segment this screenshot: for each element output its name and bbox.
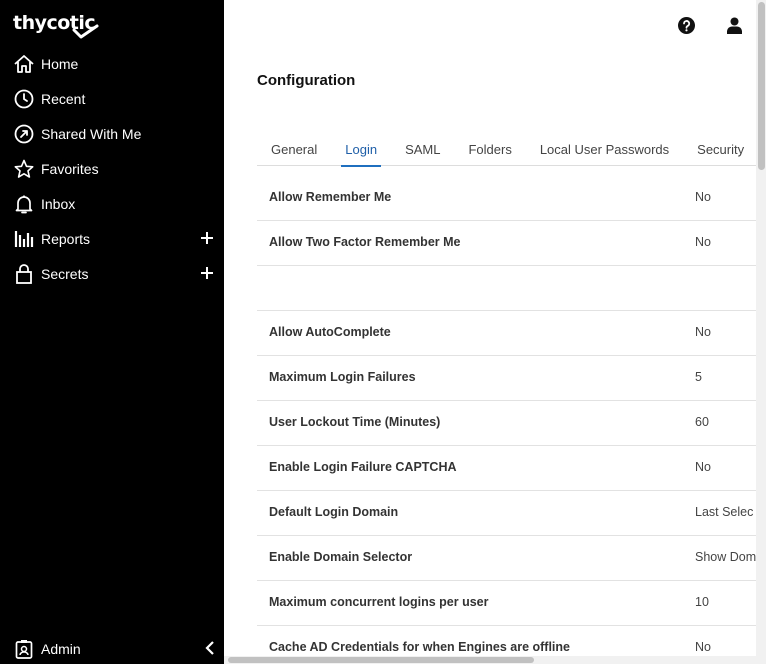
tab-local-user-passwords[interactable]: Local User Passwords bbox=[526, 134, 683, 165]
setting-value: No bbox=[695, 190, 711, 204]
setting-label: User Lockout Time (Minutes) bbox=[269, 415, 441, 429]
admin-label: Admin bbox=[41, 641, 81, 657]
settings-row: Enable Domain Selector Show Dom bbox=[257, 536, 766, 581]
tab-security[interactable]: Security bbox=[683, 134, 758, 165]
settings-row: User Lockout Time (Minutes) 60 bbox=[257, 401, 766, 446]
sidebar-item-admin[interactable]: Admin bbox=[0, 632, 224, 664]
setting-label: Cache AD Credentials for when Engines ar… bbox=[269, 640, 570, 654]
sidebar-item-home[interactable]: Home bbox=[0, 46, 224, 81]
thycotic-logo[interactable]: thycotic bbox=[13, 12, 101, 42]
sidebar-item-label: Inbox bbox=[41, 195, 76, 212]
setting-value: No bbox=[695, 325, 711, 339]
sidebar-item-label: Favorites bbox=[41, 160, 99, 177]
admin-badge-icon bbox=[13, 638, 35, 660]
settings-list: Allow Remember Me No Allow Two Factor Re… bbox=[257, 176, 766, 664]
expand-secrets-plus-icon[interactable] bbox=[200, 265, 214, 281]
settings-row: Allow AutoComplete No bbox=[257, 311, 766, 356]
settings-row: Allow Two Factor Remember Me No bbox=[257, 221, 766, 266]
sidebar-nav: Home Recent Shared With Me Favorites Inb… bbox=[0, 46, 224, 291]
clock-icon bbox=[13, 88, 35, 110]
help-icon[interactable] bbox=[676, 15, 696, 35]
logo-check-icon bbox=[72, 24, 99, 39]
tab-general[interactable]: General bbox=[257, 134, 331, 165]
expand-reports-plus-icon[interactable] bbox=[200, 230, 214, 246]
sidebar: thycotic Home Recent Shared With Me Favo… bbox=[0, 0, 224, 664]
topbar-actions bbox=[676, 15, 744, 35]
setting-value: 60 bbox=[695, 415, 709, 429]
setting-label: Maximum concurrent logins per user bbox=[269, 595, 489, 609]
settings-row: Maximum Login Failures 5 bbox=[257, 356, 766, 401]
bar-chart-icon bbox=[13, 228, 35, 250]
tab-login[interactable]: Login bbox=[331, 134, 391, 167]
sidebar-item-label: Reports bbox=[41, 230, 91, 247]
collapse-sidebar-chevron-icon[interactable] bbox=[205, 641, 215, 660]
vertical-scrollbar-thumb[interactable] bbox=[758, 2, 765, 170]
tab-saml[interactable]: SAML bbox=[391, 134, 454, 165]
settings-row: Maximum concurrent logins per user 10 bbox=[257, 581, 766, 626]
setting-value: 5 bbox=[695, 370, 702, 384]
sidebar-item-secrets[interactable]: Secrets bbox=[0, 256, 224, 291]
home-icon bbox=[13, 53, 35, 75]
settings-row: Allow Remember Me No bbox=[257, 176, 766, 221]
setting-value: No bbox=[695, 640, 711, 654]
setting-label: Default Login Domain bbox=[269, 505, 399, 519]
sidebar-item-reports[interactable]: Reports bbox=[0, 221, 224, 256]
user-icon[interactable] bbox=[724, 15, 744, 35]
configuration-tabs: General Login SAML Folders Local User Pa… bbox=[257, 134, 766, 167]
setting-value: No bbox=[695, 460, 711, 474]
settings-row-blank bbox=[257, 266, 766, 311]
setting-label: Allow Remember Me bbox=[269, 190, 392, 204]
setting-value: No bbox=[695, 235, 711, 249]
sidebar-item-shared-with-me[interactable]: Shared With Me bbox=[0, 116, 224, 151]
sidebar-item-label: Recent bbox=[41, 90, 86, 107]
lock-icon bbox=[13, 263, 35, 285]
settings-row: Default Login Domain Last Selec bbox=[257, 491, 766, 536]
sidebar-item-label: Home bbox=[41, 55, 79, 72]
setting-label: Enable Domain Selector bbox=[269, 550, 413, 564]
share-icon bbox=[13, 123, 35, 145]
page-title: Configuration bbox=[257, 72, 356, 89]
setting-label: Allow Two Factor Remember Me bbox=[269, 235, 461, 249]
setting-label: Enable Login Failure CAPTCHA bbox=[269, 460, 457, 474]
setting-value: 10 bbox=[695, 595, 709, 609]
sidebar-item-recent[interactable]: Recent bbox=[0, 81, 224, 116]
setting-value: Show Dom bbox=[695, 550, 757, 564]
tab-folders[interactable]: Folders bbox=[454, 134, 525, 165]
setting-value: Last Selec bbox=[695, 505, 754, 519]
sidebar-item-label: Secrets bbox=[41, 265, 89, 282]
setting-label: Maximum Login Failures bbox=[269, 370, 416, 384]
horizontal-scrollbar[interactable] bbox=[224, 656, 766, 664]
bell-icon bbox=[13, 193, 35, 215]
horizontal-scrollbar-thumb[interactable] bbox=[228, 657, 534, 663]
sidebar-item-label: Shared With Me bbox=[41, 125, 142, 142]
star-icon bbox=[13, 158, 35, 180]
setting-label: Allow AutoComplete bbox=[269, 325, 391, 339]
vertical-scrollbar[interactable] bbox=[756, 0, 766, 656]
sidebar-item-favorites[interactable]: Favorites bbox=[0, 151, 224, 186]
sidebar-item-inbox[interactable]: Inbox bbox=[0, 186, 224, 221]
settings-row: Enable Login Failure CAPTCHA No bbox=[257, 446, 766, 491]
